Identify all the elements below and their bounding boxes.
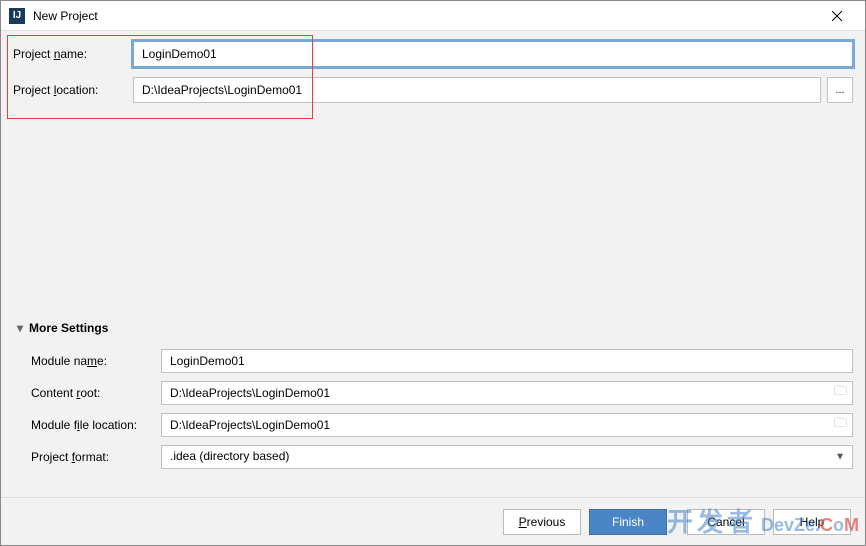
help-button[interactable]: Help xyxy=(773,509,851,535)
dialog-footer: Previous Finish Cancel Help 开发者 DevZe.Co… xyxy=(1,497,865,545)
project-location-label: Project location: xyxy=(13,83,133,97)
chevron-down-icon: ▼ xyxy=(835,452,845,463)
project-name-row: Project name: xyxy=(13,41,853,67)
project-name-label: Project name: xyxy=(13,47,133,61)
titlebar: IJ New Project xyxy=(1,1,865,31)
browse-location-button[interactable]: ... xyxy=(827,77,853,103)
footer-right-group: Cancel Help xyxy=(687,509,851,535)
project-name-input[interactable] xyxy=(133,41,853,67)
project-location-input[interactable] xyxy=(133,77,821,103)
window-title: New Project xyxy=(33,9,817,23)
dialog-content: Project name: Project location: ... ▾ Mo… xyxy=(1,31,865,497)
project-format-value: .idea (directory based) xyxy=(161,445,853,469)
content-root-label: Content root: xyxy=(31,386,161,400)
more-settings-label: More Settings xyxy=(29,321,108,335)
app-icon: IJ xyxy=(9,8,25,24)
close-button[interactable] xyxy=(817,2,857,30)
cancel-button[interactable]: Cancel xyxy=(687,509,765,535)
project-location-row: Project location: ... xyxy=(13,77,853,103)
more-settings-toggle[interactable]: ▾ More Settings xyxy=(17,321,853,335)
close-icon xyxy=(832,11,842,21)
content-root-input[interactable] xyxy=(161,381,853,405)
module-file-location-label: Module file location: xyxy=(31,418,161,432)
chevron-down-icon: ▾ xyxy=(17,321,23,335)
module-name-label: Module name: xyxy=(31,354,161,368)
module-file-location-row: Module file location: 🗀 xyxy=(17,413,853,437)
finish-button[interactable]: Finish xyxy=(589,509,667,535)
project-format-label: Project format: xyxy=(31,450,161,464)
content-root-row: Content root: 🗀 xyxy=(17,381,853,405)
module-name-input[interactable] xyxy=(161,349,853,373)
module-name-row: Module name: xyxy=(17,349,853,373)
more-settings-section: ▾ More Settings Module name: Content roo… xyxy=(13,321,853,469)
project-format-select[interactable]: .idea (directory based) ▼ xyxy=(161,445,853,469)
module-file-location-input[interactable] xyxy=(161,413,853,437)
previous-button[interactable]: Previous xyxy=(503,509,581,535)
project-format-row: Project format: .idea (directory based) … xyxy=(17,445,853,469)
